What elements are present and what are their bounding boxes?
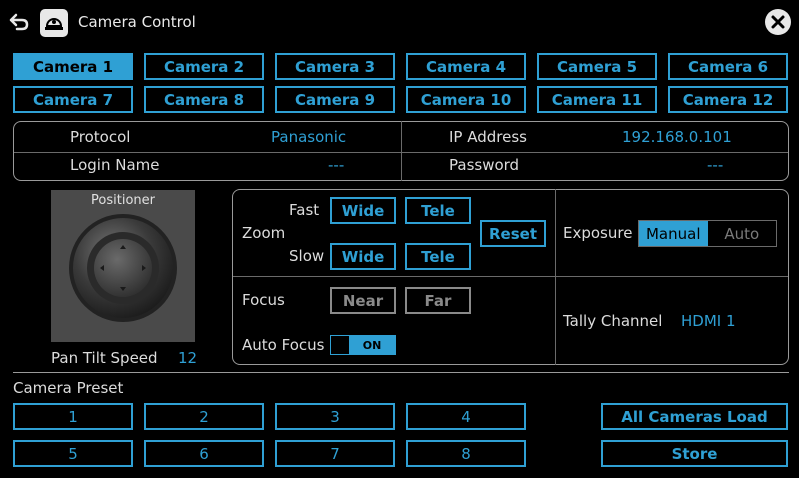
exposure-auto-option[interactable]: Auto: [707, 221, 776, 246]
preset-button-1[interactable]: 1: [13, 403, 133, 430]
protocol-label: Protocol: [70, 128, 131, 146]
protocol-value[interactable]: Panasonic: [271, 128, 346, 146]
pan-tilt-speed-label: Pan Tilt Speed: [51, 349, 158, 367]
window-title: Camera Control: [78, 13, 196, 31]
divider: [555, 189, 556, 365]
focus-label: Focus: [242, 291, 285, 309]
zoom-slow-wide-button[interactable]: Wide: [330, 243, 396, 270]
ip-address-value[interactable]: 192.168.0.101: [622, 128, 732, 146]
password-value[interactable]: ---: [707, 156, 723, 174]
auto-focus-toggle[interactable]: ON: [330, 335, 396, 355]
ip-address-label: IP Address: [449, 128, 527, 146]
zoom-slow-label: Slow: [289, 247, 325, 265]
camera-preset-label: Camera Preset: [13, 379, 124, 397]
zoom-fast-tele-button[interactable]: Tele: [405, 197, 471, 224]
camera-button-9[interactable]: Camera 9: [275, 86, 395, 113]
focus-near-button[interactable]: Near: [330, 287, 396, 314]
separator: [13, 372, 789, 373]
preset-button-5[interactable]: 5: [13, 440, 133, 467]
zoom-fast-wide-button[interactable]: Wide: [330, 197, 396, 224]
auto-focus-state: ON: [349, 336, 395, 354]
zoom-fast-label: Fast: [289, 201, 320, 219]
password-label: Password: [449, 156, 520, 174]
positioner-label: Positioner: [91, 193, 155, 208]
zoom-slow-tele-button[interactable]: Tele: [405, 243, 471, 270]
back-arrow-icon[interactable]: [8, 11, 30, 33]
preset-button-7[interactable]: 7: [275, 440, 395, 467]
exposure-manual-option[interactable]: Manual: [639, 221, 708, 246]
camera-button-3[interactable]: Camera 3: [275, 53, 395, 80]
store-button[interactable]: Store: [601, 440, 788, 467]
preset-button-3[interactable]: 3: [275, 403, 395, 430]
exposure-toggle[interactable]: Manual Auto: [638, 220, 777, 247]
camera-button-4[interactable]: Camera 4: [406, 53, 526, 80]
camera-icon: [40, 9, 68, 37]
tally-channel-label: Tally Channel: [563, 312, 663, 330]
login-name-value[interactable]: ---: [328, 156, 344, 174]
camera-button-2[interactable]: Camera 2: [144, 53, 264, 80]
focus-far-button[interactable]: Far: [405, 287, 471, 314]
preset-button-4[interactable]: 4: [406, 403, 526, 430]
tally-channel-value[interactable]: HDMI 1: [681, 312, 736, 330]
exposure-label: Exposure: [563, 224, 633, 242]
divider: [14, 152, 788, 153]
camera-button-7[interactable]: Camera 7: [13, 86, 133, 113]
divider: [233, 276, 788, 277]
auto-focus-label: Auto Focus: [242, 336, 325, 354]
login-name-label: Login Name: [70, 156, 160, 174]
all-cameras-load-button[interactable]: All Cameras Load: [601, 403, 788, 430]
camera-button-5[interactable]: Camera 5: [537, 53, 657, 80]
camera-button-1[interactable]: Camera 1: [13, 53, 133, 80]
divider: [401, 121, 402, 181]
pan-tilt-speed-value[interactable]: 12: [178, 349, 197, 367]
zoom-label: Zoom: [242, 224, 286, 242]
toggle-knob: [331, 336, 349, 354]
joystick-icon[interactable]: [67, 212, 179, 324]
preset-button-8[interactable]: 8: [406, 440, 526, 467]
camera-button-8[interactable]: Camera 8: [144, 86, 264, 113]
preset-button-2[interactable]: 2: [144, 403, 264, 430]
camera-button-6[interactable]: Camera 6: [668, 53, 788, 80]
zoom-reset-button[interactable]: Reset: [480, 220, 546, 247]
close-icon[interactable]: [765, 9, 791, 35]
camera-button-11[interactable]: Camera 11: [537, 86, 657, 113]
camera-button-10[interactable]: Camera 10: [406, 86, 526, 113]
preset-button-6[interactable]: 6: [144, 440, 264, 467]
camera-button-12[interactable]: Camera 12: [668, 86, 788, 113]
